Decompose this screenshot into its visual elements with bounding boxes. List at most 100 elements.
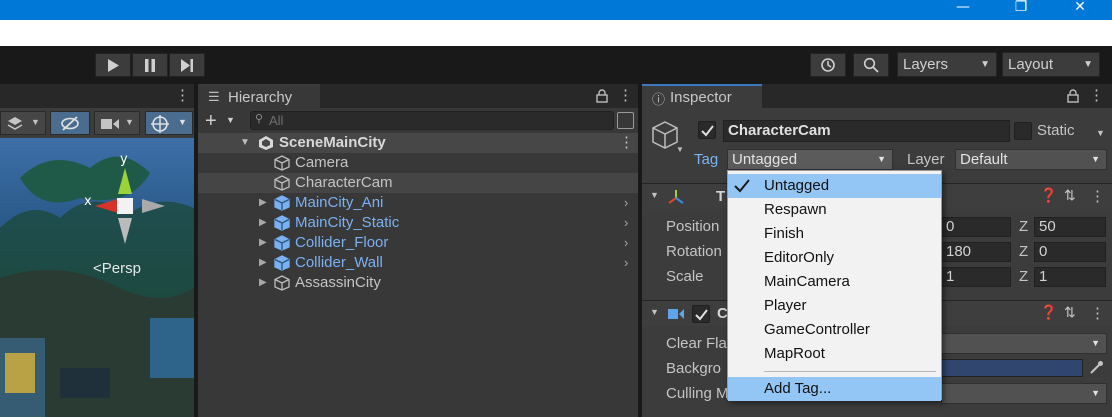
position-z-field[interactable]: 50 [1034, 217, 1106, 237]
rotation-z-field[interactable]: 0 [1034, 242, 1106, 262]
history-icon [821, 58, 835, 72]
tag-menu-item[interactable]: Finish [728, 222, 941, 246]
culling-mask-dropdown[interactable]: ▼ [941, 383, 1107, 404]
expand-arrow-icon[interactable]: ▶ [259, 253, 267, 273]
object-name-input[interactable]: CharacterCam [723, 120, 1010, 142]
tab-hierarchy[interactable]: ☰ Hierarchy [198, 84, 320, 109]
presets-icon[interactable]: ⇅ [1064, 304, 1076, 321]
draw-mode-button[interactable]: ▼ [0, 111, 46, 135]
tag-menu-item[interactable]: Respawn [728, 198, 941, 222]
scene-visibility-button[interactable] [617, 112, 634, 129]
expand-arrow-icon[interactable]: ▶ [259, 233, 267, 253]
lock-icon[interactable] [1067, 89, 1079, 103]
search-button[interactable] [853, 53, 889, 77]
play-icon [108, 58, 119, 72]
layout-dropdown[interactable]: Layout ▼ [1002, 52, 1100, 77]
tag-menu-item[interactable]: Player [728, 294, 941, 318]
more-options-icon[interactable]: ⋮ [1090, 304, 1105, 322]
tag-dropdown-menu: Untagged Respawn Finish EditorOnly MainCamer… [727, 170, 942, 401]
chevron-down-icon: ▼ [1091, 154, 1100, 164]
orientation-gizmo-icon[interactable] [90, 166, 170, 246]
hierarchy-item[interactable]: Camera [198, 153, 638, 173]
z-label: Z [1019, 218, 1029, 235]
eyedropper-icon[interactable] [1088, 360, 1104, 376]
close-button[interactable]: ✕ [1057, 0, 1103, 20]
step-button[interactable] [169, 53, 205, 77]
help-icon[interactable]: ❓ [1040, 187, 1057, 204]
history-button[interactable] [810, 53, 846, 77]
menu-separator [764, 371, 936, 372]
static-checkbox[interactable] [1014, 122, 1032, 140]
chevron-down-icon[interactable]: ▼ [676, 145, 684, 154]
tag-label: Tag [694, 151, 719, 168]
help-icon[interactable]: ❓ [1040, 304, 1057, 321]
more-options-icon[interactable]: ⋮ [619, 133, 634, 153]
eye-off-icon [61, 116, 79, 131]
pause-button[interactable] [132, 53, 168, 77]
persp-label[interactable]: <Persp [93, 260, 141, 277]
z-label: Z [1019, 243, 1029, 260]
tag-menu-item[interactable]: EditorOnly [728, 246, 941, 270]
chevron-right-icon[interactable]: › [624, 233, 628, 253]
camera-enabled-checkbox[interactable] [692, 305, 710, 323]
tab-label: Hierarchy [228, 89, 293, 106]
tag-menu-item-label: Respawn [764, 201, 827, 218]
hierarchy-item-label: CharacterCam [295, 174, 393, 191]
position-y-field[interactable]: 0 [941, 217, 1011, 237]
minimize-button[interactable]: — [940, 0, 986, 20]
tag-menu-item[interactable]: MapRoot [728, 342, 941, 366]
check-icon [734, 179, 750, 193]
hierarchy-search-input[interactable]: All [250, 111, 614, 130]
hierarchy-item[interactable]: ▶ AssassinCity [198, 273, 638, 293]
scale-y-field[interactable]: 1 [941, 267, 1011, 287]
hierarchy-item[interactable]: CharacterCam [198, 173, 638, 193]
chevron-down-icon[interactable]: ▼ [226, 115, 235, 125]
active-checkbox[interactable] [698, 121, 716, 139]
tag-menu-item[interactable]: MainCamera [728, 270, 941, 294]
expand-arrow-icon[interactable]: ▶ [259, 273, 267, 293]
info-icon: ⓘ [652, 92, 666, 107]
rotation-y-field[interactable]: 180 [941, 242, 1011, 262]
expand-arrow-icon[interactable]: ▶ [259, 213, 267, 233]
chevron-down-icon[interactable]: ▼ [1096, 128, 1105, 138]
position-label: Position [666, 218, 720, 235]
expand-arrow-icon[interactable]: ▶ [259, 193, 267, 213]
tab-inspector[interactable]: ⓘ Inspector [642, 84, 762, 109]
more-options-icon[interactable]: ⋮ [1090, 187, 1105, 205]
presets-icon[interactable]: ⇅ [1064, 187, 1076, 204]
gizmos-button[interactable]: ▼ [145, 111, 193, 135]
clear-flags-dropdown[interactable]: ▼ [941, 333, 1107, 354]
more-options-icon[interactable]: ⋮ [618, 86, 633, 104]
chevron-down-icon: ▼ [877, 154, 886, 164]
hierarchy-item[interactable]: ▶ Collider_Wall › [198, 253, 638, 273]
layers-dropdown[interactable]: Layers ▼ [897, 52, 997, 77]
expand-arrow-icon[interactable]: ▼ [240, 133, 250, 153]
play-button[interactable] [95, 53, 131, 77]
add-tag-menu-item[interactable]: Add Tag... [728, 377, 941, 401]
visibility-toggle[interactable] [50, 111, 90, 135]
chevron-down-icon: ▼ [650, 190, 659, 200]
lock-icon[interactable] [596, 89, 608, 103]
more-options-icon[interactable]: ⋮ [1089, 86, 1104, 104]
chevron-right-icon[interactable]: › [624, 193, 628, 213]
scene-row[interactable]: ▼ SceneMainCity ⋮ [198, 133, 638, 153]
add-icon[interactable]: + [205, 110, 217, 133]
tag-menu-item[interactable]: Untagged [728, 174, 941, 198]
camera-button[interactable]: ▼ [94, 111, 140, 135]
scale-z-field[interactable]: 1 [1034, 267, 1106, 287]
hierarchy-item[interactable]: ▶ MainCity_Static › [198, 213, 638, 233]
chevron-right-icon[interactable]: › [624, 213, 628, 233]
prefab-cube-icon [274, 235, 290, 251]
scene-viewport[interactable]: y x <Persp [0, 138, 194, 417]
layer-dropdown[interactable]: Default ▼ [955, 149, 1107, 170]
chevron-right-icon[interactable]: › [624, 253, 628, 273]
tag-dropdown[interactable]: Untagged ▼ [727, 149, 893, 170]
tag-menu-item[interactable]: GameController [728, 318, 941, 342]
background-color-field[interactable] [941, 359, 1083, 377]
hierarchy-item[interactable]: ▶ MainCity_Ani › [198, 193, 638, 213]
tag-menu-item-label: Untagged [764, 177, 830, 194]
more-options-icon[interactable]: ⋮ [175, 86, 190, 104]
hierarchy-item[interactable]: ▶ Collider_Floor › [198, 233, 638, 253]
hierarchy-item-label: Collider_Floor [295, 234, 389, 251]
maximize-button[interactable]: ❐ [998, 0, 1044, 20]
